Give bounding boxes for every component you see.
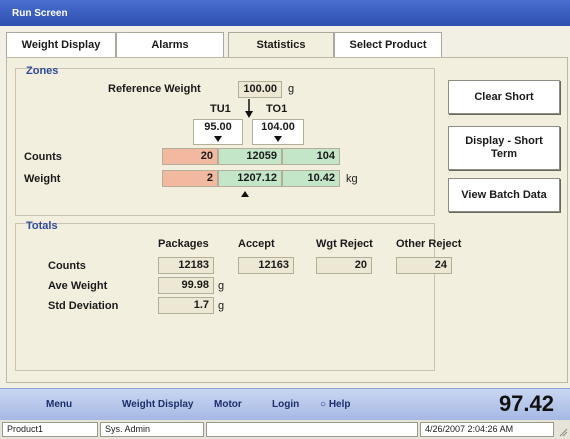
ave-weight-unit: g: [218, 280, 225, 292]
counts-under-value: 20: [162, 148, 218, 165]
title-bar: Run Screen: [0, 0, 570, 26]
std-deviation-unit: g: [218, 300, 225, 312]
counts-accept-value: 12059: [218, 148, 282, 165]
nav-help[interactable]: ○ Help: [320, 399, 351, 410]
status-user: Sys. Admin: [100, 422, 204, 437]
statistics-page: Zones Reference Weight 100.00 g TU1 TO1 …: [6, 57, 568, 383]
current-weight-marker-icon: [241, 191, 249, 197]
weight-unit: kg: [346, 173, 358, 185]
status-bar: Product1 Sys. Admin 4/26/2007 2:04:26 AM: [0, 420, 570, 439]
zones-group: Zones Reference Weight 100.00 g TU1 TO1 …: [15, 65, 435, 216]
totals-counts-label: Counts: [48, 260, 86, 272]
header-accept: Accept: [238, 238, 275, 250]
to1-marker-icon: [274, 136, 282, 142]
totals-group: Totals Packages Accept Wgt Reject Other …: [15, 220, 461, 371]
ave-weight-label: Ave Weight: [48, 280, 108, 292]
status-empty-panel: [206, 422, 418, 437]
resize-grip-icon[interactable]: [558, 427, 568, 437]
header-packages: Packages: [158, 238, 209, 250]
nav-motor[interactable]: Motor: [214, 399, 242, 410]
run-screen-window: Run Screen Weight Display Alarms Statist…: [0, 0, 570, 439]
status-datetime: 4/26/2007 2:04:26 AM: [420, 422, 554, 437]
std-deviation-label: Std Deviation: [48, 300, 119, 312]
header-other-reject: Other Reject: [396, 238, 462, 250]
counts-over-value: 104: [282, 148, 340, 165]
tu1-value-text: 95.00: [204, 121, 232, 133]
header-wgt-reject: Wgt Reject: [316, 238, 373, 250]
tu1-marker-icon: [214, 136, 222, 142]
to1-label: TO1: [266, 103, 288, 115]
to1-value-text: 104.00: [261, 121, 295, 133]
nav-help-label: Help: [328, 399, 351, 410]
status-product: Product1: [2, 422, 98, 437]
help-icon: ○: [320, 399, 327, 410]
nav-menu[interactable]: Menu: [46, 399, 72, 410]
reference-weight-value: 100.00: [238, 81, 282, 98]
tab-bar: Weight Display Alarms Statistics Select …: [6, 32, 568, 59]
tab-alarms[interactable]: Alarms: [116, 32, 224, 58]
bottom-nav-bar: Menu Weight Display Motor Login ○ Help 9…: [0, 388, 570, 420]
window-title: Run Screen: [12, 8, 68, 19]
nav-login[interactable]: Login: [272, 399, 299, 410]
totals-other-reject-value: 24: [396, 257, 452, 274]
ave-weight-value: 99.98: [158, 277, 214, 294]
std-deviation-value: 1.7: [158, 297, 214, 314]
zones-counts-label: Counts: [24, 151, 62, 163]
tab-weight-display[interactable]: Weight Display: [6, 32, 116, 58]
tu1-label: TU1: [210, 103, 231, 115]
totals-accept-value: 12163: [238, 257, 294, 274]
tab-select-product[interactable]: Select Product: [334, 32, 442, 58]
view-batch-data-button[interactable]: View Batch Data: [448, 178, 560, 212]
nav-weight-display[interactable]: Weight Display: [122, 399, 194, 410]
clear-short-button[interactable]: Clear Short: [448, 80, 560, 114]
zones-title: Zones: [26, 65, 59, 77]
totals-packages-value: 12183: [158, 257, 214, 274]
zones-weight-label: Weight: [24, 173, 61, 185]
view-batch-data-label: View Batch Data: [461, 188, 547, 201]
weight-under-value: 2: [162, 170, 218, 187]
reference-weight-unit: g: [288, 83, 295, 95]
reference-weight-label: Reference Weight: [108, 83, 201, 95]
weight-accept-value: 1207.12: [218, 170, 282, 187]
tab-statistics[interactable]: Statistics: [228, 32, 334, 59]
totals-wgt-reject-value: 20: [316, 257, 372, 274]
current-weight-readout: 97.42: [498, 391, 554, 416]
clear-short-label: Clear Short: [474, 90, 534, 103]
weight-over-value: 10.42: [282, 170, 340, 187]
totals-title: Totals: [26, 220, 58, 232]
display-short-term-button[interactable]: Display - Short Term: [448, 126, 560, 170]
reference-arrow-icon: [245, 99, 253, 118]
display-short-term-label: Display - Short Term: [465, 135, 543, 160]
